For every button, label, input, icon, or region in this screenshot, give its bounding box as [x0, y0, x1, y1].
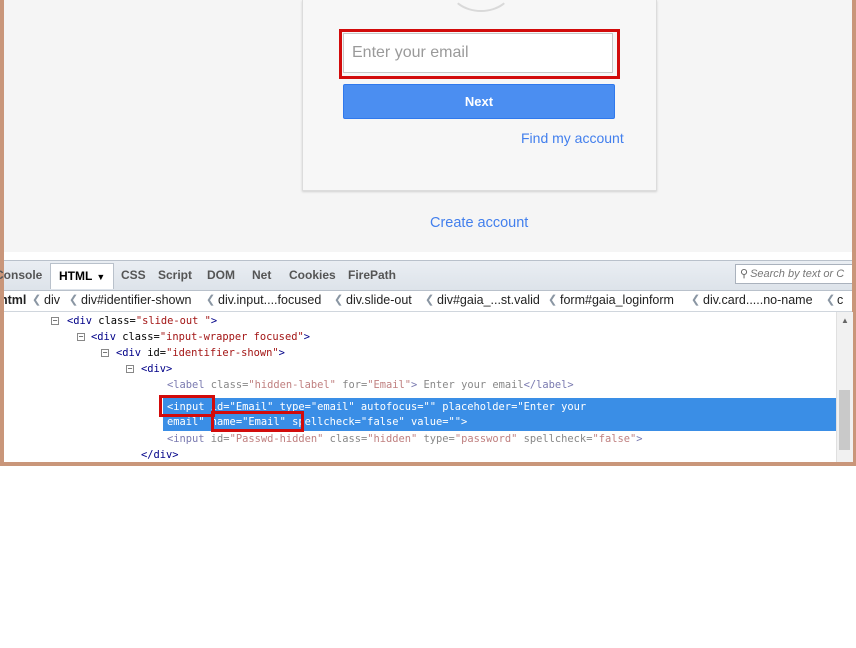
- crumb-input-wrapper[interactable]: div.input....focused: [218, 293, 321, 307]
- collapse-icon[interactable]: −: [126, 365, 134, 373]
- code-token: <div>: [141, 363, 173, 375]
- firebug-search-box[interactable]: ⚲ Search by text or C: [735, 264, 852, 284]
- crumb-separator-icon: ❮: [69, 294, 79, 306]
- collapse-icon[interactable]: −: [101, 349, 109, 357]
- name-attr-highlight-box: [211, 411, 304, 432]
- crumb-separator-icon: ❮: [425, 294, 435, 306]
- find-account-link[interactable]: Find my account: [521, 130, 624, 146]
- tab-html[interactable]: HTML ▼: [50, 263, 115, 289]
- input-tag-highlight-box: [159, 395, 215, 417]
- code-token: >: [210, 315, 218, 327]
- scroll-up-icon[interactable]: ▲: [841, 316, 849, 325]
- crumb-more[interactable]: c: [837, 293, 843, 307]
- tree-node[interactable]: </div>: [141, 447, 179, 463]
- tree-node[interactable]: <div class="slide-out ">: [67, 313, 217, 329]
- code-token: <div: [116, 347, 148, 359]
- code-token: <div: [91, 331, 123, 343]
- tab-script[interactable]: Script: [158, 268, 192, 282]
- code-token: <input: [167, 433, 211, 445]
- tree-node[interactable]: <label class="hidden-label" for="Email">…: [167, 377, 574, 393]
- crumb-gaia-loginform[interactable]: form#gaia_loginform: [560, 293, 674, 307]
- code-token: id=: [210, 433, 230, 445]
- code-token: <div: [67, 315, 99, 327]
- crumb-gaia-valid[interactable]: div#gaia_...st.valid: [437, 293, 540, 307]
- tree-node[interactable]: <div id="identifier-shown">: [116, 345, 285, 361]
- code-token: spellcheck=: [517, 433, 593, 445]
- code-token: "false": [592, 433, 637, 445]
- signin-page: Next Find my account Create account: [4, 0, 852, 252]
- crumb-separator-icon: ❮: [206, 294, 216, 306]
- tree-node[interactable]: <div class="input-wrapper focused">: [91, 329, 310, 345]
- code-token: >: [303, 331, 310, 343]
- collapse-icon[interactable]: −: [77, 333, 85, 341]
- code-token: for=: [335, 379, 368, 391]
- code-token: class=: [98, 315, 136, 327]
- code-token: </div>: [141, 449, 179, 461]
- crumb-card[interactable]: div.card.....no-name: [703, 293, 813, 307]
- html-tree: − − − − <div class="slide-out "> <div cl…: [4, 312, 837, 463]
- tab-firepath[interactable]: FirePath: [348, 268, 396, 282]
- crumb-html[interactable]: html: [4, 293, 26, 307]
- code-token: "Passwd-hidden": [229, 433, 324, 445]
- tree-node[interactable]: <div>: [141, 361, 172, 377]
- code-token: >: [278, 347, 285, 359]
- code-token: type=: [417, 433, 455, 445]
- tab-net[interactable]: Net: [252, 268, 271, 282]
- scrollbar-thumb[interactable]: [839, 390, 850, 450]
- code-token: "hidden-label": [248, 379, 336, 391]
- crumb-separator-icon: ❮: [32, 294, 42, 306]
- crumb-identifier-shown[interactable]: div#identifier-shown: [81, 293, 191, 307]
- create-account-link[interactable]: Create account: [430, 215, 528, 231]
- code-token: "slide-out ": [135, 315, 211, 327]
- tab-cookies[interactable]: Cookies: [289, 268, 336, 282]
- search-icon: ⚲: [740, 268, 749, 280]
- code-token: "hidden": [367, 433, 418, 445]
- next-button[interactable]: Next: [343, 84, 615, 119]
- code-token: <label: [167, 379, 211, 391]
- crumb-separator-icon: ❮: [826, 294, 836, 306]
- code-token: "password": [454, 433, 518, 445]
- code-token: </label>: [523, 379, 574, 391]
- crumb-div[interactable]: div: [44, 293, 60, 307]
- chevron-down-icon: ▼: [96, 272, 106, 282]
- tab-console[interactable]: Console: [0, 268, 42, 282]
- breadcrumb: html ❮ div ❮ div#identifier-shown ❮ div.…: [4, 291, 852, 312]
- firebug-panel: Console HTML▼ CSS Script DOM Net Cookies…: [0, 252, 853, 463]
- code-token: "Email": [367, 379, 412, 391]
- code-token: "identifier-shown": [166, 347, 279, 359]
- code-token: Enter your email: [417, 379, 524, 391]
- code-token: id=: [147, 347, 167, 359]
- scrollbar[interactable]: ▲: [836, 312, 853, 462]
- collapse-icon[interactable]: −: [51, 317, 59, 325]
- search-placeholder: Search by text or C: [750, 268, 845, 280]
- tab-html-label: HTML: [59, 269, 93, 283]
- crumb-separator-icon: ❮: [334, 294, 344, 306]
- code-token: class=: [323, 433, 368, 445]
- avatar: [449, 0, 513, 12]
- firebug-tab-bar: Console HTML▼ CSS Script DOM Net Cookies…: [0, 260, 852, 291]
- code-token: >: [636, 433, 643, 445]
- code-token: class=: [210, 379, 249, 391]
- crumb-slide-out[interactable]: div.slide-out: [346, 293, 412, 307]
- tree-node[interactable]: <input id="Passwd-hidden" class="hidden"…: [167, 431, 643, 447]
- tab-css[interactable]: CSS: [121, 268, 146, 282]
- code-token: class=: [122, 331, 160, 343]
- crumb-separator-icon: ❮: [548, 294, 558, 306]
- crumb-separator-icon: ❮: [691, 294, 701, 306]
- tab-dom[interactable]: DOM: [207, 268, 235, 282]
- code-token: "input-wrapper focused": [159, 331, 304, 343]
- email-highlight-box: [339, 29, 620, 79]
